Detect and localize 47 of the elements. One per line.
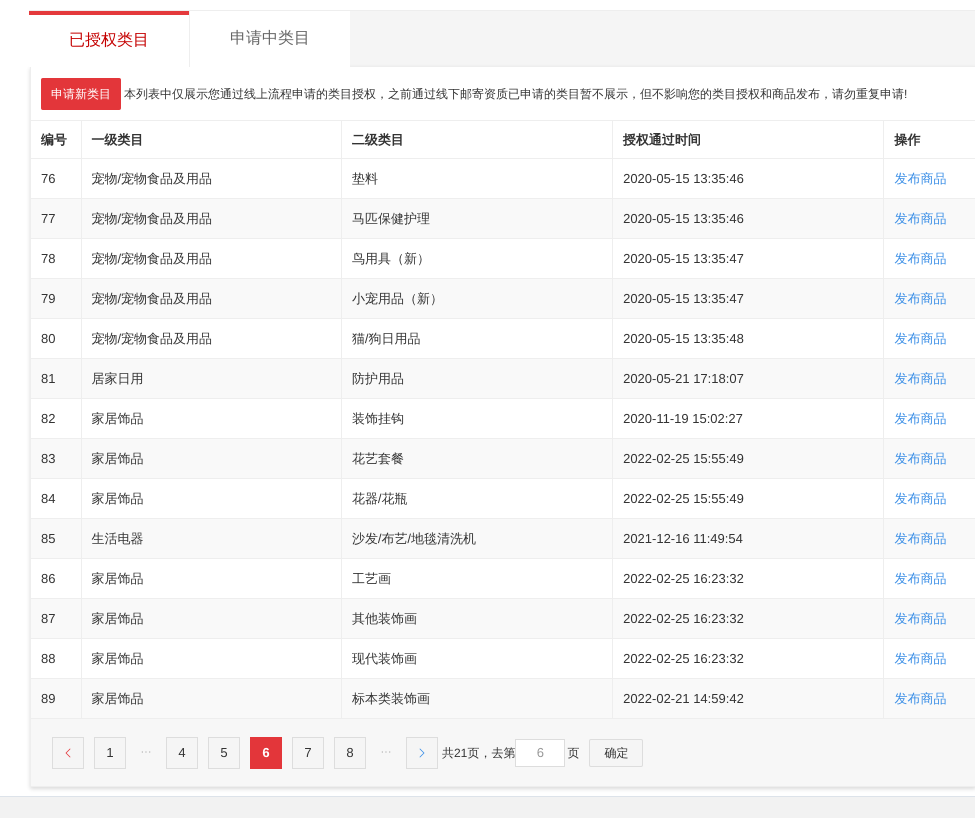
table-cell: 77: [31, 198, 82, 238]
publish-link[interactable]: 发布商品: [894, 610, 946, 626]
ellipsis: ···: [380, 745, 392, 760]
tab[interactable]: 已授权类目: [29, 11, 189, 67]
ellipsis: ···: [140, 745, 152, 760]
publish-link[interactable]: 发布商品: [894, 450, 946, 466]
previous-page-button[interactable]: [52, 736, 84, 768]
confirm-button[interactable]: 确定: [589, 738, 644, 766]
table-cell: 89: [31, 678, 82, 718]
next-page-button[interactable]: [406, 736, 438, 768]
publish-link[interactable]: 发布商品: [894, 290, 946, 306]
publish-link[interactable]: 发布商品: [894, 170, 946, 186]
table-cell: 76: [31, 158, 82, 198]
table-cell: 87: [31, 598, 82, 638]
table-cell: 83: [31, 438, 82, 478]
notice-text: 本列表中仅展示您通过线上流程申请的类目授权，之前通过线下邮寄资质已申请的类目暂不展示，但不影响您的类目授权和商品发布，请勿重复申请!: [124, 86, 908, 102]
table-cell: 85: [31, 518, 82, 558]
publish-link[interactable]: 发布商品: [894, 650, 946, 666]
table-cell: 84: [31, 478, 82, 518]
page-button[interactable]: 5: [208, 736, 240, 768]
page-button[interactable]: 8: [334, 736, 366, 768]
publish-link[interactable]: 发布商品: [894, 410, 946, 426]
table-cell: 82: [31, 398, 82, 438]
table-cell: 79: [31, 278, 82, 318]
apply-button[interactable]: 申请新类目: [41, 78, 121, 110]
page-button[interactable]: 4: [166, 736, 198, 768]
publish-link[interactable]: 发布商品: [894, 570, 946, 586]
column-header: 编号: [31, 120, 82, 158]
page-suffix-text: 页: [567, 744, 580, 762]
table-cell: 78: [31, 238, 82, 278]
publish-link[interactable]: 发布商品: [894, 370, 946, 386]
publish-link[interactable]: 发布商品: [894, 490, 946, 506]
table-cell: 80: [31, 318, 82, 358]
table-cell: 86: [31, 558, 82, 598]
table-cell: 88: [31, 638, 82, 678]
page-input[interactable]: 6: [515, 738, 566, 766]
publish-link[interactable]: 发布商品: [894, 210, 946, 226]
tab[interactable]: 申请中类目: [189, 11, 350, 67]
publish-link[interactable]: 发布商品: [894, 330, 946, 346]
publish-link[interactable]: 发布商品: [894, 530, 946, 546]
publish-link[interactable]: 发布商品: [894, 250, 946, 266]
total-pages-text: 共21页，去第: [442, 744, 516, 762]
publish-link[interactable]: 发布商品: [894, 690, 946, 706]
table-cell: 81: [31, 358, 82, 398]
page-button[interactable]: 7: [292, 736, 324, 768]
page-button[interactable]: 1: [94, 736, 126, 768]
page-button[interactable]: 6: [250, 736, 282, 768]
